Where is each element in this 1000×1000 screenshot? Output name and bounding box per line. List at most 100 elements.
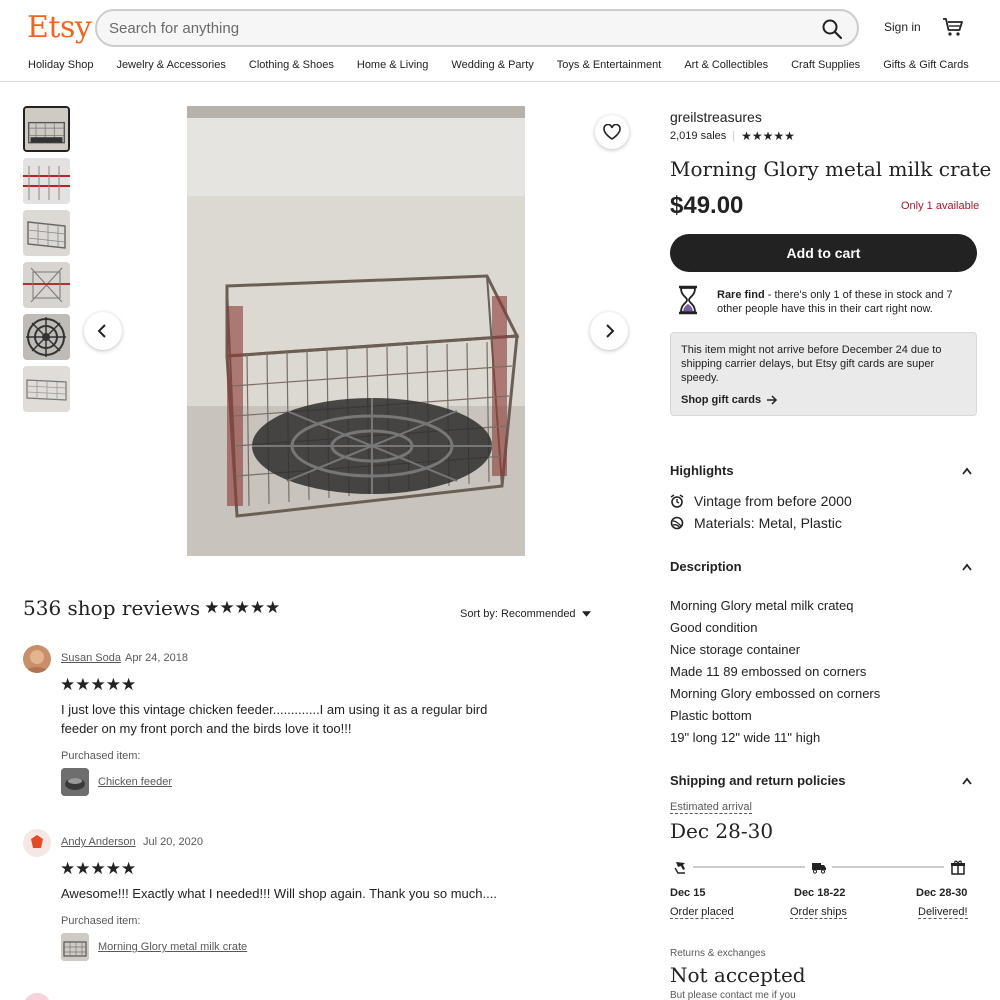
highlights-toggle[interactable]: Highlights bbox=[670, 463, 977, 478]
nav-clothing[interactable]: Clothing & Shoes bbox=[249, 59, 334, 71]
timeline-segment bbox=[693, 866, 805, 868]
delivered-label[interactable]: Delivered! bbox=[918, 906, 968, 919]
thumbnail-image[interactable] bbox=[23, 106, 70, 152]
thumbnail-image[interactable] bbox=[23, 314, 70, 360]
separator: | bbox=[732, 130, 736, 142]
description-line: Nice storage container bbox=[670, 642, 801, 657]
etsy-logo[interactable]: Etsy bbox=[27, 10, 92, 45]
search-input[interactable] bbox=[109, 18, 799, 38]
nav-gifts[interactable]: Gifts & Gift Cards bbox=[883, 59, 969, 71]
highlight-item: Vintage from before 2000 bbox=[670, 493, 852, 509]
thumbnail-image[interactable] bbox=[23, 262, 70, 308]
notice-text: This item might not arrive before Decemb… bbox=[681, 344, 942, 384]
avatar bbox=[23, 645, 51, 673]
order-ships-date: Dec 18-22 bbox=[794, 887, 846, 899]
chevron-left-icon bbox=[97, 324, 106, 338]
description-line: 19" long 12" wide 11" high bbox=[670, 730, 821, 745]
avatar bbox=[23, 829, 51, 857]
nav-wedding[interactable]: Wedding & Party bbox=[451, 59, 533, 71]
caret-down-icon bbox=[581, 611, 591, 617]
reviewer-name[interactable]: Andy Anderson bbox=[61, 836, 136, 848]
returns-value: Not accepted bbox=[670, 963, 806, 987]
purchased-item-label: Purchased item: bbox=[61, 915, 141, 927]
product-price: $49.00 bbox=[670, 192, 744, 219]
arrow-right-icon bbox=[767, 395, 778, 405]
chevron-up-icon bbox=[962, 777, 972, 785]
nav-toys[interactable]: Toys & Entertainment bbox=[557, 59, 662, 71]
purchased-item-name: Chicken feeder bbox=[98, 776, 172, 788]
review-date: Apr 24, 2018 bbox=[125, 652, 188, 664]
description-line: Good condition bbox=[670, 620, 758, 635]
nav-art[interactable]: Art & Collectibles bbox=[684, 59, 768, 71]
reviews-rating-stars: ★★★★★ bbox=[204, 598, 281, 617]
description-heading: Description bbox=[670, 559, 742, 574]
rare-find-label: Rare find bbox=[717, 289, 765, 301]
order-ships-label[interactable]: Order ships bbox=[790, 906, 847, 919]
chevron-up-icon bbox=[962, 467, 972, 475]
order-placed-icon bbox=[672, 859, 688, 875]
nav-jewelry[interactable]: Jewelry & Accessories bbox=[116, 59, 225, 71]
purchased-item-name: Morning Glory metal milk crate bbox=[98, 941, 248, 953]
estimated-arrival-label[interactable]: Estimated arrival bbox=[670, 801, 752, 814]
review-stars: ★★★★★ bbox=[60, 675, 137, 694]
shipping-delay-notice: This item might not arrive before Decemb… bbox=[670, 332, 977, 416]
previous-image-button[interactable] bbox=[84, 312, 122, 350]
nav-craft[interactable]: Craft Supplies bbox=[791, 59, 860, 71]
reviews-title: 536 shop reviews bbox=[23, 596, 201, 620]
highlights-heading: Highlights bbox=[670, 463, 734, 478]
purchased-item-label: Purchased item: bbox=[61, 750, 141, 762]
shop-gift-cards-label: Shop gift cards bbox=[681, 394, 762, 406]
sign-in-link[interactable]: Sign in bbox=[884, 20, 921, 34]
chevron-up-icon bbox=[962, 563, 972, 571]
purchased-item-link[interactable]: Morning Glory metal milk crate bbox=[61, 933, 247, 961]
description-toggle[interactable]: Description bbox=[670, 559, 977, 574]
truck-icon bbox=[811, 859, 827, 875]
description-line: Morning Glory metal milk crateq bbox=[670, 598, 854, 613]
shop-name-link[interactable]: greilstreasures bbox=[670, 109, 762, 125]
review-date: Jul 20, 2020 bbox=[143, 836, 203, 848]
description-line: Made 11 89 embossed on corners bbox=[670, 664, 867, 679]
heart-icon bbox=[603, 124, 621, 140]
review-item: Andy Anderson Jul 20, 2020 ★★★★★ Awesome… bbox=[23, 829, 583, 969]
review-text: I just love this vintage chicken feeder.… bbox=[61, 702, 488, 736]
reviewer-name[interactable]: Susan Soda bbox=[61, 652, 121, 664]
favorite-button[interactable] bbox=[595, 115, 629, 149]
add-to-cart-button[interactable]: Add to cart bbox=[670, 234, 977, 272]
sales-count: 2,019 sales bbox=[670, 130, 727, 142]
order-placed-label[interactable]: Order placed bbox=[670, 906, 734, 919]
review-stars: ★★★★★ bbox=[60, 859, 137, 878]
nav-home-living[interactable]: Home & Living bbox=[357, 59, 429, 71]
estimated-arrival-date: Dec 28-30 bbox=[670, 819, 774, 843]
thumbnail-image[interactable] bbox=[23, 158, 70, 204]
reviews-header: 536 shop reviews ★★★★★ bbox=[23, 596, 280, 620]
search-icon[interactable] bbox=[821, 18, 843, 40]
shipping-heading: Shipping and return policies bbox=[670, 773, 846, 788]
product-title: Morning Glory metal milk crate bbox=[670, 157, 992, 181]
purchased-item-link[interactable]: Chicken feeder bbox=[61, 768, 172, 796]
sort-label: Sort by: Recommended bbox=[460, 608, 576, 620]
category-nav: Holiday Shop Jewelry & Accessories Cloth… bbox=[28, 59, 992, 71]
returns-note: But please contact me if you bbox=[670, 990, 796, 1000]
rare-find-notice: Rare find - there's only 1 of these in s… bbox=[717, 288, 979, 316]
hourglass-icon bbox=[676, 285, 700, 315]
description-line: Plastic bottom bbox=[670, 708, 752, 723]
availability-badge: Only 1 available bbox=[901, 200, 980, 212]
sort-dropdown[interactable]: Sort by: Recommended bbox=[460, 608, 591, 620]
order-placed-date: Dec 15 bbox=[670, 887, 706, 899]
thumbnail-image[interactable] bbox=[23, 366, 70, 412]
shipping-toggle[interactable]: Shipping and return policies bbox=[670, 773, 977, 788]
cart-icon[interactable] bbox=[942, 16, 964, 38]
thumbnail-image[interactable] bbox=[23, 210, 70, 256]
highlight-vintage: Vintage from before 2000 bbox=[694, 493, 852, 509]
shop-rating-stars: ★★★★★ bbox=[741, 129, 795, 143]
shop-meta: 2,019 sales | ★★★★★ bbox=[670, 129, 795, 143]
next-image-button[interactable] bbox=[590, 312, 628, 350]
materials-icon bbox=[670, 516, 684, 530]
alarm-clock-icon bbox=[670, 494, 684, 508]
review-text: Awesome!!! Exactly what I needed!!! Will… bbox=[61, 886, 497, 901]
highlight-item: Materials: Metal, Plastic bbox=[670, 515, 842, 531]
shop-gift-cards-link[interactable]: Shop gift cards bbox=[681, 393, 966, 407]
nav-holiday-shop[interactable]: Holiday Shop bbox=[28, 59, 93, 71]
returns-label: Returns & exchanges bbox=[670, 948, 766, 959]
chevron-right-icon bbox=[606, 324, 615, 338]
